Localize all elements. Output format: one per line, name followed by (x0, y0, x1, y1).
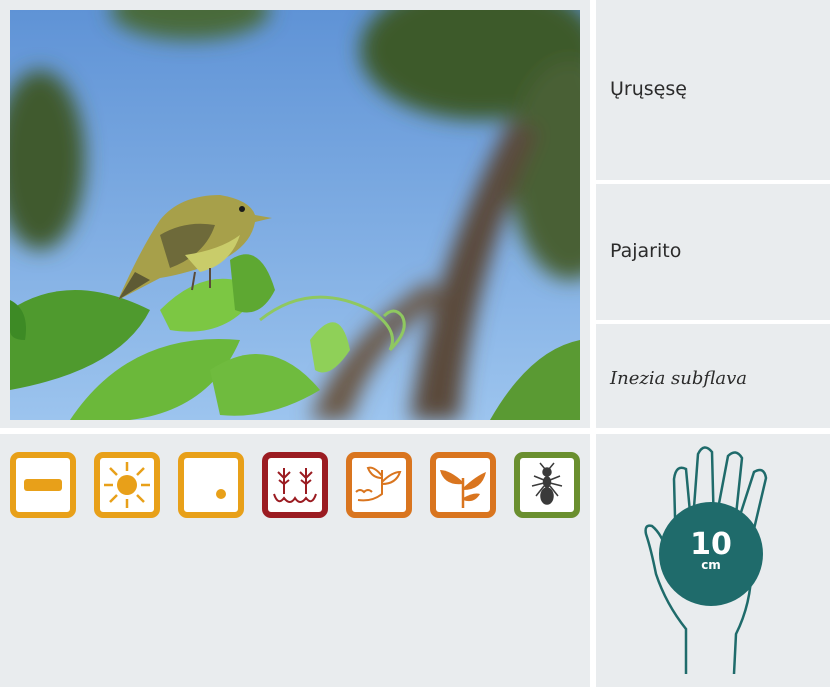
flooded-forest-icon (262, 452, 328, 518)
sun-icon (94, 452, 160, 518)
scientific-name-panel: Inezia subflava (596, 324, 830, 428)
habitat-icons-panel (0, 434, 590, 687)
local-name: Ųrųsęsę (610, 78, 687, 100)
spanish-name: Pajarito (610, 240, 682, 262)
riverbank-plant-icon (346, 452, 412, 518)
size-unit: cm (701, 558, 721, 572)
scientific-name: Inezia subflava (610, 368, 748, 389)
horizontal-bar-icon (10, 452, 76, 518)
ant-icon (514, 452, 580, 518)
photo-panel (0, 0, 590, 428)
bird-photo (10, 10, 580, 420)
dot-icon (178, 452, 244, 518)
size-panel: 10 cm (596, 434, 830, 687)
local-name-panel: Ųrųsęsę (596, 0, 830, 180)
hand-size-icon: 10 cm (644, 446, 768, 675)
size-value: 10 (690, 527, 732, 562)
spanish-name-panel: Pajarito (596, 184, 830, 320)
leafy-plant-icon (430, 452, 496, 518)
